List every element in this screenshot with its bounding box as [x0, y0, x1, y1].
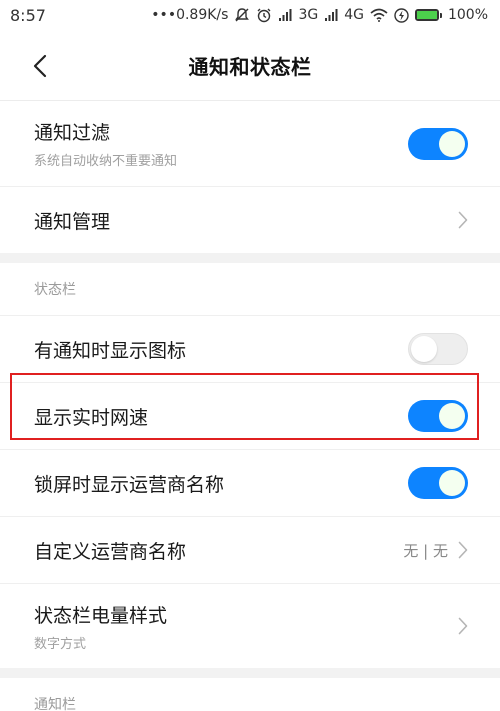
- notification-management-row[interactable]: 通知管理: [0, 187, 500, 253]
- alarm-icon: [256, 7, 272, 23]
- charging-icon: [394, 7, 409, 23]
- show-net-speed-label: 显示实时网速: [34, 406, 149, 429]
- status-bar: 8:57 •••0.89K/s 3G 4G 100%: [0, 0, 500, 30]
- status-time: 8:57: [10, 5, 46, 25]
- lockscreen-carrier-toggle[interactable]: [408, 467, 468, 499]
- status-icons: •••0.89K/s 3G 4G 100%: [151, 7, 488, 23]
- notification-bar-section-label: 通知栏: [0, 678, 500, 711]
- battery-style-row[interactable]: 状态栏电量样式 数字方式: [0, 584, 500, 668]
- signal-icon: [324, 8, 338, 22]
- notification-filter-toggle[interactable]: [408, 127, 468, 160]
- notification-settings-group: 通知过滤 系统自动收纳不重要通知 通知管理: [0, 101, 500, 253]
- network-4g-label: 4G: [344, 7, 364, 23]
- notification-bar-settings-group: 通知栏: [0, 678, 500, 711]
- battery-icon: [414, 9, 442, 21]
- notification-management-label: 通知管理: [34, 210, 111, 233]
- show-net-speed-toggle[interactable]: [408, 400, 468, 432]
- battery-style-label: 状态栏电量样式: [34, 604, 168, 627]
- status-bar-settings-group: 状态栏 有通知时显示图标 显示实时网速 锁屏时显示运营商名称 自定义运营商名称 …: [0, 263, 500, 668]
- show-icon-on-notification-toggle[interactable]: [408, 333, 468, 365]
- section-divider: [0, 668, 500, 678]
- battery-style-subtitle: 数字方式: [34, 636, 87, 652]
- lockscreen-carrier-row[interactable]: 锁屏时显示运营商名称: [0, 450, 500, 517]
- net-speed-text: •••0.89K/s: [151, 7, 229, 23]
- page-title: 通知和状态栏: [188, 54, 312, 79]
- page-header: 通知和状态栏: [0, 30, 500, 101]
- chevron-right-icon: [458, 617, 468, 635]
- wifi-icon: [370, 8, 388, 22]
- custom-carrier-name-row[interactable]: 自定义运营商名称 无 | 无: [0, 517, 500, 584]
- battery-percent: 100%: [447, 7, 488, 23]
- notification-filter-row[interactable]: 通知过滤 系统自动收纳不重要通知: [0, 101, 500, 187]
- show-net-speed-row[interactable]: 显示实时网速: [0, 383, 500, 450]
- show-icon-on-notification-label: 有通知时显示图标: [34, 339, 187, 362]
- settings-screen: 8:57 •••0.89K/s 3G 4G 100% 通知和状态栏 通知过滤 系…: [0, 0, 500, 711]
- network-3g-label: 3G: [298, 7, 319, 23]
- status-bar-section-label: 状态栏: [0, 263, 500, 316]
- show-icon-on-notification-row[interactable]: 有通知时显示图标: [0, 316, 500, 383]
- notification-filter-subtitle: 系统自动收纳不重要通知: [34, 154, 178, 169]
- signal-icon: [278, 8, 292, 22]
- chevron-right-icon: [458, 211, 468, 229]
- custom-carrier-name-label: 自定义运营商名称: [34, 540, 187, 563]
- chevron-right-icon: [458, 541, 468, 559]
- lockscreen-carrier-label: 锁屏时显示运营商名称: [34, 473, 225, 496]
- chevron-left-icon: [33, 54, 47, 82]
- section-divider: [0, 253, 500, 263]
- custom-carrier-name-value: 无 | 无: [403, 541, 448, 560]
- back-button[interactable]: [22, 50, 58, 86]
- notification-filter-label: 通知过滤: [34, 122, 111, 144]
- mute-icon: [234, 7, 250, 23]
